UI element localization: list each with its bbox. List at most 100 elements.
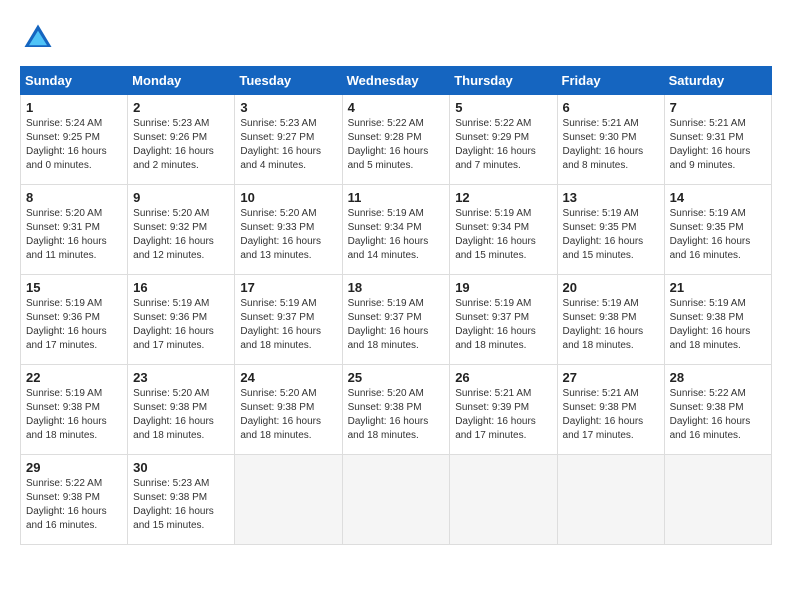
calendar-cell: 24 Sunrise: 5:20 AM Sunset: 9:38 PM Dayl…	[235, 365, 342, 455]
calendar-cell: 21 Sunrise: 5:19 AM Sunset: 9:38 PM Dayl…	[664, 275, 771, 365]
day-info: Sunrise: 5:20 AM Sunset: 9:38 PM Dayligh…	[348, 387, 445, 443]
calendar-cell: 28 Sunrise: 5:22 AM Sunset: 9:38 PM Dayl…	[664, 365, 771, 455]
day-number: 4	[348, 100, 445, 115]
day-info: Sunrise: 5:19 AM Sunset: 9:34 PM Dayligh…	[348, 207, 445, 263]
weekday-header-saturday: Saturday	[664, 67, 771, 95]
day-number: 18	[348, 280, 445, 295]
day-number: 20	[563, 280, 659, 295]
calendar-cell: 18 Sunrise: 5:19 AM Sunset: 9:37 PM Dayl…	[342, 275, 450, 365]
day-number: 19	[455, 280, 551, 295]
week-row-4: 22 Sunrise: 5:19 AM Sunset: 9:38 PM Dayl…	[21, 365, 772, 455]
calendar-cell: 30 Sunrise: 5:23 AM Sunset: 9:38 PM Dayl…	[128, 455, 235, 545]
day-info: Sunrise: 5:20 AM Sunset: 9:33 PM Dayligh…	[240, 207, 336, 263]
logo-icon	[20, 20, 56, 56]
calendar-cell: 5 Sunrise: 5:22 AM Sunset: 9:29 PM Dayli…	[450, 95, 557, 185]
day-info: Sunrise: 5:19 AM Sunset: 9:34 PM Dayligh…	[455, 207, 551, 263]
day-number: 8	[26, 190, 122, 205]
calendar-cell: 6 Sunrise: 5:21 AM Sunset: 9:30 PM Dayli…	[557, 95, 664, 185]
day-info: Sunrise: 5:22 AM Sunset: 9:29 PM Dayligh…	[455, 117, 551, 173]
calendar-cell: 7 Sunrise: 5:21 AM Sunset: 9:31 PM Dayli…	[664, 95, 771, 185]
day-number: 9	[133, 190, 229, 205]
weekday-header-tuesday: Tuesday	[235, 67, 342, 95]
day-info: Sunrise: 5:19 AM Sunset: 9:35 PM Dayligh…	[563, 207, 659, 263]
day-info: Sunrise: 5:19 AM Sunset: 9:38 PM Dayligh…	[26, 387, 122, 443]
day-number: 1	[26, 100, 122, 115]
day-info: Sunrise: 5:19 AM Sunset: 9:37 PM Dayligh…	[240, 297, 336, 353]
day-info: Sunrise: 5:20 AM Sunset: 9:38 PM Dayligh…	[133, 387, 229, 443]
week-row-5: 29 Sunrise: 5:22 AM Sunset: 9:38 PM Dayl…	[21, 455, 772, 545]
day-info: Sunrise: 5:19 AM Sunset: 9:38 PM Dayligh…	[670, 297, 766, 353]
weekday-header-sunday: Sunday	[21, 67, 128, 95]
logo	[20, 20, 62, 56]
day-number: 6	[563, 100, 659, 115]
day-number: 17	[240, 280, 336, 295]
day-info: Sunrise: 5:20 AM Sunset: 9:38 PM Dayligh…	[240, 387, 336, 443]
day-info: Sunrise: 5:19 AM Sunset: 9:38 PM Dayligh…	[563, 297, 659, 353]
day-info: Sunrise: 5:21 AM Sunset: 9:31 PM Dayligh…	[670, 117, 766, 173]
day-number: 11	[348, 190, 445, 205]
day-number: 28	[670, 370, 766, 385]
calendar-cell: 4 Sunrise: 5:22 AM Sunset: 9:28 PM Dayli…	[342, 95, 450, 185]
calendar-cell: 22 Sunrise: 5:19 AM Sunset: 9:38 PM Dayl…	[21, 365, 128, 455]
day-number: 16	[133, 280, 229, 295]
day-number: 26	[455, 370, 551, 385]
calendar-cell: 15 Sunrise: 5:19 AM Sunset: 9:36 PM Dayl…	[21, 275, 128, 365]
day-info: Sunrise: 5:19 AM Sunset: 9:35 PM Dayligh…	[670, 207, 766, 263]
day-number: 3	[240, 100, 336, 115]
day-number: 14	[670, 190, 766, 205]
day-number: 10	[240, 190, 336, 205]
calendar-cell: 29 Sunrise: 5:22 AM Sunset: 9:38 PM Dayl…	[21, 455, 128, 545]
calendar-cell: 9 Sunrise: 5:20 AM Sunset: 9:32 PM Dayli…	[128, 185, 235, 275]
calendar-cell: 3 Sunrise: 5:23 AM Sunset: 9:27 PM Dayli…	[235, 95, 342, 185]
calendar-cell: 17 Sunrise: 5:19 AM Sunset: 9:37 PM Dayl…	[235, 275, 342, 365]
calendar-cell	[557, 455, 664, 545]
weekday-header-thursday: Thursday	[450, 67, 557, 95]
calendar-cell: 25 Sunrise: 5:20 AM Sunset: 9:38 PM Dayl…	[342, 365, 450, 455]
day-info: Sunrise: 5:23 AM Sunset: 9:26 PM Dayligh…	[133, 117, 229, 173]
calendar-cell: 27 Sunrise: 5:21 AM Sunset: 9:38 PM Dayl…	[557, 365, 664, 455]
day-info: Sunrise: 5:23 AM Sunset: 9:27 PM Dayligh…	[240, 117, 336, 173]
calendar-cell	[664, 455, 771, 545]
calendar-cell: 11 Sunrise: 5:19 AM Sunset: 9:34 PM Dayl…	[342, 185, 450, 275]
calendar-cell	[235, 455, 342, 545]
weekday-header-row: SundayMondayTuesdayWednesdayThursdayFrid…	[21, 67, 772, 95]
calendar-cell: 10 Sunrise: 5:20 AM Sunset: 9:33 PM Dayl…	[235, 185, 342, 275]
day-info: Sunrise: 5:21 AM Sunset: 9:38 PM Dayligh…	[563, 387, 659, 443]
day-number: 24	[240, 370, 336, 385]
calendar: SundayMondayTuesdayWednesdayThursdayFrid…	[20, 66, 772, 545]
calendar-cell: 26 Sunrise: 5:21 AM Sunset: 9:39 PM Dayl…	[450, 365, 557, 455]
day-info: Sunrise: 5:23 AM Sunset: 9:38 PM Dayligh…	[133, 477, 229, 533]
day-number: 21	[670, 280, 766, 295]
calendar-cell: 14 Sunrise: 5:19 AM Sunset: 9:35 PM Dayl…	[664, 185, 771, 275]
calendar-cell: 20 Sunrise: 5:19 AM Sunset: 9:38 PM Dayl…	[557, 275, 664, 365]
week-row-1: 1 Sunrise: 5:24 AM Sunset: 9:25 PM Dayli…	[21, 95, 772, 185]
day-info: Sunrise: 5:19 AM Sunset: 9:37 PM Dayligh…	[348, 297, 445, 353]
day-info: Sunrise: 5:19 AM Sunset: 9:36 PM Dayligh…	[133, 297, 229, 353]
weekday-header-wednesday: Wednesday	[342, 67, 450, 95]
day-number: 7	[670, 100, 766, 115]
day-info: Sunrise: 5:22 AM Sunset: 9:38 PM Dayligh…	[26, 477, 122, 533]
day-info: Sunrise: 5:20 AM Sunset: 9:32 PM Dayligh…	[133, 207, 229, 263]
day-info: Sunrise: 5:19 AM Sunset: 9:37 PM Dayligh…	[455, 297, 551, 353]
week-row-2: 8 Sunrise: 5:20 AM Sunset: 9:31 PM Dayli…	[21, 185, 772, 275]
day-info: Sunrise: 5:21 AM Sunset: 9:30 PM Dayligh…	[563, 117, 659, 173]
calendar-cell: 13 Sunrise: 5:19 AM Sunset: 9:35 PM Dayl…	[557, 185, 664, 275]
day-info: Sunrise: 5:20 AM Sunset: 9:31 PM Dayligh…	[26, 207, 122, 263]
day-info: Sunrise: 5:24 AM Sunset: 9:25 PM Dayligh…	[26, 117, 122, 173]
calendar-cell: 12 Sunrise: 5:19 AM Sunset: 9:34 PM Dayl…	[450, 185, 557, 275]
week-row-3: 15 Sunrise: 5:19 AM Sunset: 9:36 PM Dayl…	[21, 275, 772, 365]
day-number: 15	[26, 280, 122, 295]
day-number: 2	[133, 100, 229, 115]
calendar-cell: 16 Sunrise: 5:19 AM Sunset: 9:36 PM Dayl…	[128, 275, 235, 365]
day-number: 13	[563, 190, 659, 205]
day-number: 12	[455, 190, 551, 205]
calendar-cell: 2 Sunrise: 5:23 AM Sunset: 9:26 PM Dayli…	[128, 95, 235, 185]
day-info: Sunrise: 5:19 AM Sunset: 9:36 PM Dayligh…	[26, 297, 122, 353]
day-number: 5	[455, 100, 551, 115]
day-number: 25	[348, 370, 445, 385]
calendar-cell	[342, 455, 450, 545]
weekday-header-monday: Monday	[128, 67, 235, 95]
day-number: 29	[26, 460, 122, 475]
calendar-cell: 19 Sunrise: 5:19 AM Sunset: 9:37 PM Dayl…	[450, 275, 557, 365]
day-number: 23	[133, 370, 229, 385]
